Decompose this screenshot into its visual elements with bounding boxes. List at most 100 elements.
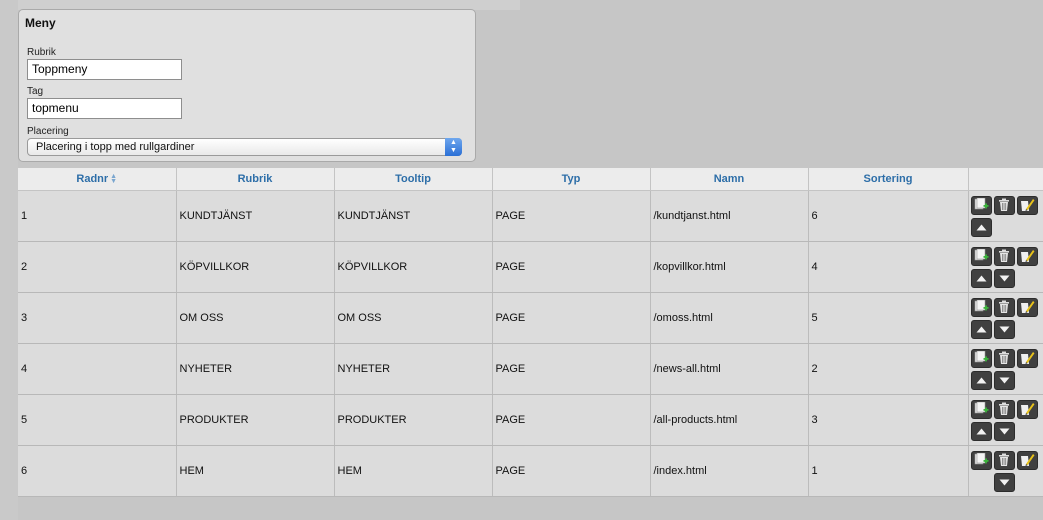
row-actions [969,297,1043,339]
delete-button[interactable] [993,246,1015,266]
column-header-sortering[interactable]: Sortering [808,168,969,191]
cell-typ: PAGE [492,292,651,344]
cell-rubrik: KUNDTJÄNST [176,190,335,242]
cell-actions [968,394,1043,446]
add-page-icon [974,249,989,263]
trash-icon [998,402,1010,416]
column-header-typ[interactable]: Typ [492,168,651,191]
cell-namn: /all-products.html [650,394,809,446]
select-arrows-icon: ▲ ▼ [445,138,462,156]
table-row[interactable]: 2 KÖPVILLKOR KÖPVILLKOR PAGE/kopvillkor.htm… [18,241,1043,293]
delete-button[interactable] [993,297,1015,317]
cell-actions [968,292,1043,344]
panel-title: Meny [25,16,56,30]
table-row[interactable]: 5 PRODUKTER PRODUKTER PAGE/all-products.htm… [18,394,1043,446]
cell-namn: /omoss.html [650,292,809,344]
cell-radnr: 3 [18,292,177,344]
delete-button[interactable] [993,450,1015,470]
row-actions-top [970,297,1043,317]
column-header-rubrik[interactable]: Rubrik [176,168,335,191]
add-button[interactable] [970,246,992,266]
table-row[interactable]: 1 KUNDTJÄNST KUNDTJÄNST PAGE/kundtjanst.htm… [18,190,1043,242]
column-header-radnr[interactable]: Radnr ▲ ▼ [18,168,177,191]
move-down-button[interactable] [993,268,1015,288]
cell-namn: /kopvillkor.html [650,241,809,293]
column-header-actions [968,168,1043,191]
table-row[interactable]: 3 OM OSS OM OSS PAGE/omoss.html 5 [18,292,1043,344]
placering-select[interactable]: Placering i topp med rullgardiner ▲ ▼ [27,138,462,156]
delete-button[interactable] [993,399,1015,419]
tag-input[interactable]: topmenu [27,98,182,119]
move-down-button[interactable] [993,472,1015,492]
cell-actions [968,445,1043,497]
row-actions-top [970,246,1043,266]
add-button[interactable] [970,348,992,368]
delete-button[interactable] [993,195,1015,215]
rubrik-input[interactable]: Toppmeny [27,59,182,80]
move-down-button[interactable] [993,319,1015,339]
cell-radnr: 6 [18,445,177,497]
delete-button[interactable] [993,348,1015,368]
add-page-icon [974,402,989,416]
cell-sortering: 1 [808,445,969,497]
row-actions [969,348,1043,390]
move-up-button[interactable] [970,217,992,237]
edit-button[interactable] [1016,297,1038,317]
row-actions-top [970,399,1043,419]
cell-typ: PAGE [492,190,651,242]
cell-namn: /kundtjanst.html [650,190,809,242]
edit-pencil-icon [1020,300,1035,314]
row-actions-bottom [970,217,1043,237]
trash-icon [998,300,1010,314]
button-spacer [971,473,992,492]
cell-sortering: 6 [808,190,969,242]
edit-button[interactable] [1016,246,1038,266]
cell-sortering: 4 [808,241,969,293]
cell-radnr: 2 [18,241,177,293]
add-button[interactable] [970,399,992,419]
move-up-button[interactable] [970,421,992,441]
cell-actions [968,190,1043,242]
move-down-button[interactable] [993,370,1015,390]
edit-button[interactable] [1016,399,1038,419]
cell-typ: PAGE [492,445,651,497]
move-up-button[interactable] [970,268,992,288]
trash-icon [998,198,1010,212]
column-header-namn[interactable]: Namn [650,168,809,191]
sort-icon: ▲ ▼ [110,173,118,186]
edit-button[interactable] [1016,450,1038,470]
trash-icon [998,249,1010,263]
row-actions-top [970,348,1043,368]
move-down-button[interactable] [993,421,1015,441]
row-actions-top [970,195,1043,215]
arrow-down-icon [999,326,1010,333]
left-strip [0,0,18,520]
cell-rubrik: NYHETER [176,343,335,395]
cell-tooltip: OM OSS [334,292,493,344]
menu-items-table: Radnr ▲ ▼ Rubrik Tooltip Typ Namn Sorterin… [18,168,1043,497]
add-page-icon [974,198,989,212]
cell-tooltip: KUNDTJÄNST [334,190,493,242]
move-up-button[interactable] [970,319,992,339]
row-actions-bottom [970,370,1043,390]
rubrik-label: Rubrik [27,47,56,58]
row-actions-bottom [970,319,1043,339]
cell-sortering: 2 [808,343,969,395]
table-row[interactable]: 4 NYHETER NYHETER PAGE/news-all.html 2 [18,343,1043,395]
add-page-icon [974,453,989,467]
column-header-tooltip[interactable]: Tooltip [334,168,493,191]
add-button[interactable] [970,450,992,470]
move-up-button[interactable] [970,370,992,390]
row-actions-bottom [970,421,1043,441]
edit-pencil-icon [1020,249,1035,263]
edit-button[interactable] [1016,195,1038,215]
arrow-up-icon [976,224,987,231]
cell-tooltip: NYHETER [334,343,493,395]
cell-rubrik: KÖPVILLKOR [176,241,335,293]
table-row[interactable]: 6 HEM HEM PAGE/index.html 1 [18,445,1043,497]
cell-sortering: 3 [808,394,969,446]
add-button[interactable] [970,297,992,317]
add-button[interactable] [970,195,992,215]
edit-button[interactable] [1016,348,1038,368]
arrow-up-icon [976,428,987,435]
